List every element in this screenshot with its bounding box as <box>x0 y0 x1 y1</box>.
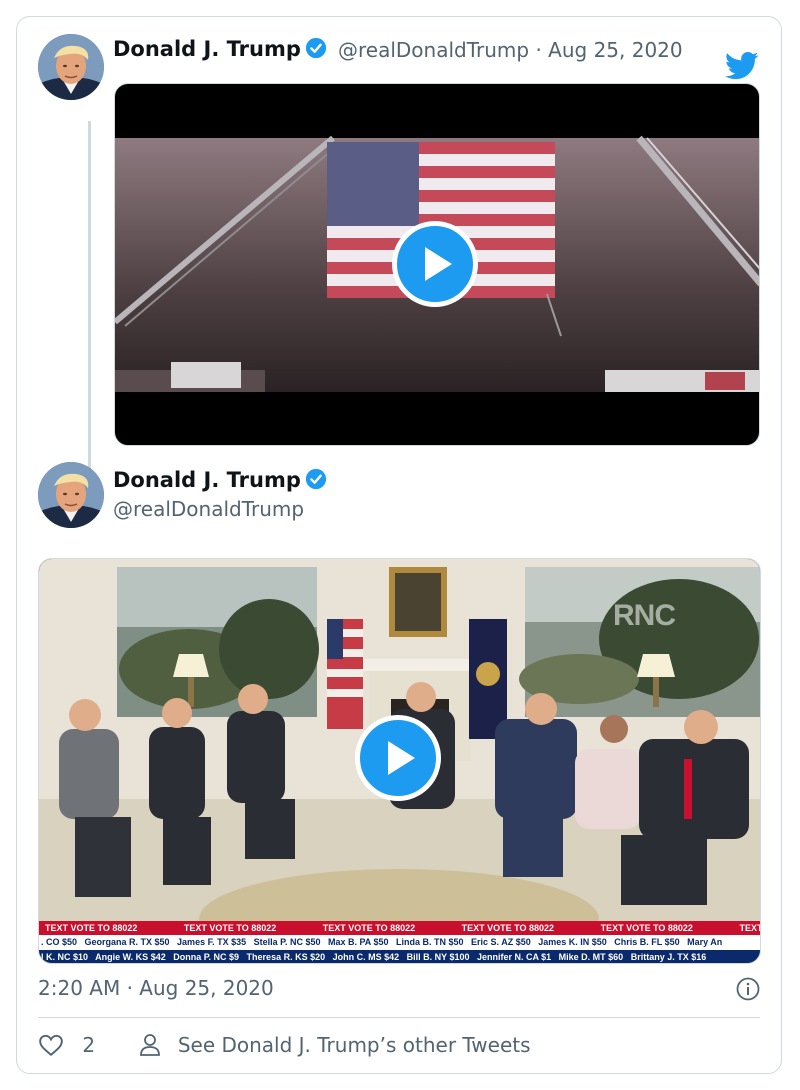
author-handle[interactable]: @realDonaldTrump · Aug 25, 2020 <box>338 38 683 62</box>
avatar[interactable] <box>38 462 104 528</box>
like-button[interactable]: 2 <box>38 1033 95 1057</box>
see-other-tweets-link[interactable]: See Donald J. Trump’s other Tweets <box>139 1033 531 1057</box>
author-name[interactable]: Donald J. Trump <box>113 468 327 492</box>
ticker-donors-row: l K. NC $10 Angie W. KS $42 Donna P. NC … <box>39 950 760 963</box>
verified-badge-icon <box>305 468 326 490</box>
verified-badge-icon <box>305 37 326 59</box>
like-count: 2 <box>82 1033 96 1057</box>
info-icon[interactable] <box>736 977 760 1001</box>
tweet-actions: 2 See Donald J. Trump’s other Tweets <box>38 1033 531 1057</box>
author-name[interactable]: Donald J. Trump <box>113 37 327 61</box>
play-button[interactable] <box>355 715 441 801</box>
tweet-embed-card: Donald J. Trump @realDonaldTrump · Aug 2… <box>16 16 782 1074</box>
person-icon <box>140 1034 161 1056</box>
video-player[interactable] <box>114 83 760 446</box>
play-icon <box>388 741 415 775</box>
heart-icon <box>39 1034 63 1057</box>
author-handle[interactable]: @realDonaldTrump <box>113 497 304 521</box>
avatar[interactable] <box>38 34 104 100</box>
ticker-label-row: TEXT VOTE TO 88022 TEXT VOTE TO 88022 TE… <box>39 921 760 935</box>
thread-connector <box>88 121 91 471</box>
ticker-donors-row: . CO $50 Georgana R. TX $50 James F. TX … <box>39 935 760 950</box>
twitter-bird-icon[interactable] <box>725 51 759 81</box>
tweet-date[interactable]: Aug 25, 2020 <box>548 38 682 62</box>
play-button[interactable] <box>392 221 478 307</box>
tweet-timestamp[interactable]: 2:20 AM · Aug 25, 2020 <box>38 976 274 1000</box>
video-watermark: RNC <box>613 599 676 632</box>
play-icon <box>425 247 452 281</box>
video-player[interactable]: RNC TEXT VOTE TO 88022 TEXT VOTE TO 8802… <box>38 558 761 964</box>
divider <box>38 1017 760 1018</box>
